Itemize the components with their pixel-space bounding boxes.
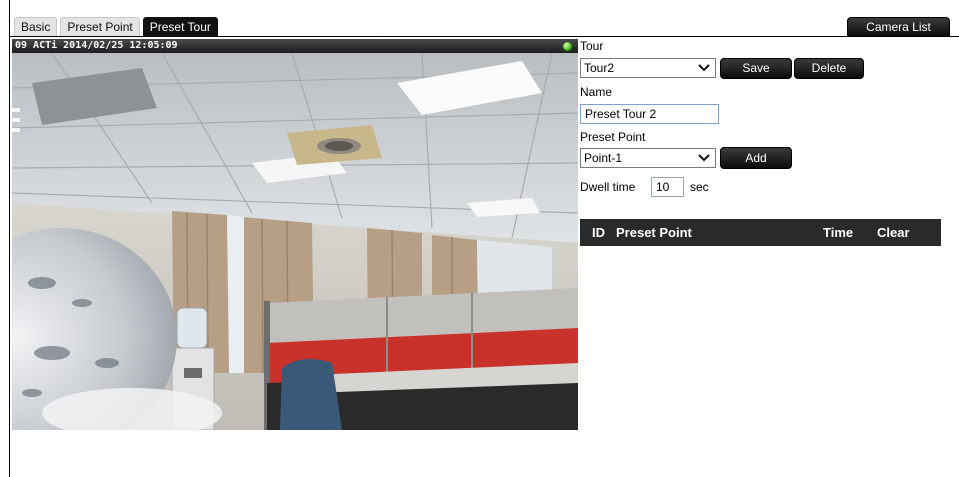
camera-list-button[interactable]: Camera List (847, 17, 950, 37)
dwell-time-input[interactable]: 10 (651, 177, 684, 197)
preset-point-select[interactable]: Point-1 (580, 148, 716, 168)
video-overlay-bar: 09 ACTi 2014/02/25 12:05:09 (12, 39, 578, 53)
tour-points-table-header: ID Preset Point Time Clear (580, 219, 941, 246)
tab-basic[interactable]: Basic (14, 17, 58, 36)
column-clear: Clear (877, 225, 910, 240)
name-label: Name (580, 85, 613, 99)
tour-settings-panel: Tour Tour2 Save Delete Name Preset Tour … (580, 39, 941, 259)
column-id: ID (592, 225, 605, 240)
tour-label: Tour (580, 39, 604, 53)
video-overlay-text: 09 ACTi 2014/02/25 12:05:09 (15, 40, 178, 51)
tab-preset-point[interactable]: Preset Point (60, 17, 140, 36)
tab-preset-tour[interactable]: Preset Tour (142, 17, 218, 37)
save-button[interactable]: Save (720, 58, 792, 79)
video-preview[interactable]: 09 ACTi 2014/02/25 12:05:09 (12, 39, 578, 430)
tour-select-value: Tour2 (584, 61, 615, 75)
delete-button[interactable]: Delete (794, 58, 864, 79)
preset-point-label: Preset Point (580, 130, 646, 144)
tab-bar: Basic Preset Point Preset Tour (14, 17, 218, 37)
name-input[interactable]: Preset Tour 2 (580, 104, 719, 124)
status-indicator-icon (563, 42, 572, 51)
column-preset-point: Preset Point (616, 225, 692, 240)
preset-point-select-value: Point-1 (584, 151, 623, 165)
chevron-down-icon (698, 64, 710, 72)
add-button[interactable]: Add (720, 147, 792, 169)
column-time: Time (823, 225, 854, 240)
dwell-time-unit: sec (690, 180, 709, 194)
tour-select[interactable]: Tour2 (580, 58, 716, 78)
dwell-time-label: Dwell time (580, 180, 636, 194)
office-camera-image (12, 53, 578, 430)
chevron-down-icon (698, 154, 710, 162)
